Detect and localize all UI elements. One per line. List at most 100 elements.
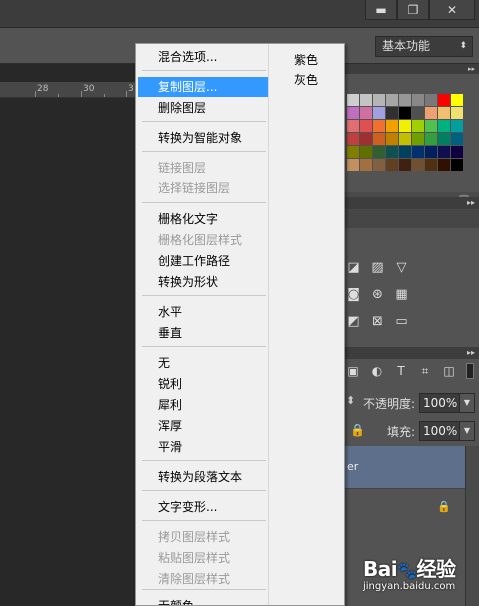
color-swatch[interactable] (373, 120, 385, 132)
color-swatch[interactable] (412, 133, 424, 145)
color-swatch[interactable] (451, 94, 463, 106)
color-swatch[interactable] (386, 146, 398, 158)
layer-row-selected[interactable]: er (345, 446, 465, 488)
channel-mixer-icon[interactable]: ⊛ (369, 287, 386, 302)
color-swatch[interactable] (425, 107, 437, 119)
color-swatch[interactable] (412, 94, 424, 106)
blend-mode-arrows-icon[interactable]: ⬍ (346, 394, 355, 407)
lock-icon[interactable]: 🔒 (350, 423, 365, 437)
color-swatch[interactable] (399, 133, 411, 145)
menu-item-antialias-none[interactable]: 无 (138, 353, 268, 373)
threshold-icon[interactable]: ⊠ (369, 314, 386, 329)
workspace-select[interactable]: 基本功能 ⬍ (375, 36, 473, 57)
color-swatch[interactable] (412, 120, 424, 132)
color-swatch[interactable] (451, 146, 463, 158)
color-swatch[interactable] (347, 146, 359, 158)
color-swatch[interactable] (451, 107, 463, 119)
color-swatch[interactable] (373, 133, 385, 145)
camera-icon[interactable]: ◙ (345, 287, 362, 302)
filter-toggle[interactable] (466, 363, 474, 379)
color-swatch[interactable] (347, 107, 359, 119)
menu-item-convert-to-paragraph-text[interactable]: 转换为段落文本 (138, 467, 268, 487)
color-purple-item[interactable]: 紫色 (294, 51, 318, 68)
menu-item-convert-to-shape[interactable]: 转换为形状 (138, 272, 268, 292)
color-swatch[interactable] (438, 133, 450, 145)
color-swatch[interactable] (360, 120, 372, 132)
menu-item-rasterize-type[interactable]: 栅格化文字 (138, 209, 268, 229)
layer-row[interactable]: 🔒 (345, 488, 465, 526)
color-swatch[interactable] (399, 159, 411, 171)
color-swatch[interactable] (412, 146, 424, 158)
color-swatch[interactable] (386, 94, 398, 106)
color-swatch[interactable] (425, 94, 437, 106)
color-swatch[interactable] (347, 94, 359, 106)
restore-button[interactable]: ❐ (397, 0, 429, 20)
color-swatch[interactable] (360, 133, 372, 145)
color-swatch[interactable] (438, 146, 450, 158)
menu-item-delete-layer[interactable]: 删除图层 (138, 98, 268, 118)
color-swatch[interactable] (347, 120, 359, 132)
color-swatch[interactable] (451, 159, 463, 171)
color-swatch[interactable] (360, 94, 372, 106)
menu-item-duplicate-layer[interactable]: 复制图层... (138, 77, 268, 97)
color-swatch[interactable] (451, 120, 463, 132)
shape-filter-icon[interactable]: ⌗ (417, 363, 433, 379)
color-lookup-icon[interactable]: ▦ (393, 287, 410, 302)
menu-item-antialias-sharp[interactable]: 锐利 (138, 374, 268, 394)
menu-item-no-color[interactable]: 无颜色 (138, 596, 268, 605)
invert-icon[interactable]: ◩ (345, 314, 362, 329)
color-swatch[interactable] (373, 146, 385, 158)
minimize-button[interactable]: ▬ (365, 0, 397, 20)
fill-input[interactable]: 100% ▼ (419, 421, 475, 441)
menu-item-warp-text[interactable]: 文字变形... (138, 497, 268, 517)
color-swatch[interactable] (451, 133, 463, 145)
menu-item-vertical[interactable]: 垂直 (138, 323, 268, 343)
color-swatch[interactable] (347, 133, 359, 145)
color-swatch[interactable] (386, 133, 398, 145)
menu-item-antialias-smooth[interactable]: 平滑 (138, 437, 268, 457)
opacity-input[interactable]: 100% ▼ (419, 393, 475, 413)
color-swatch[interactable] (399, 120, 411, 132)
color-swatch[interactable] (425, 120, 437, 132)
color-swatch[interactable] (425, 159, 437, 171)
color-swatch[interactable] (438, 107, 450, 119)
color-swatch[interactable] (386, 120, 398, 132)
color-swatch[interactable] (373, 94, 385, 106)
type-filter-icon[interactable]: T (393, 363, 409, 379)
color-swatch[interactable] (425, 133, 437, 145)
color-swatch[interactable] (399, 107, 411, 119)
color-swatch[interactable] (438, 120, 450, 132)
color-swatch[interactable] (399, 146, 411, 158)
fill-dropdown-icon[interactable]: ▼ (459, 422, 474, 440)
collapse-panels-icon[interactable]: ▸▸ (345, 64, 479, 74)
color-swatch[interactable] (386, 159, 398, 171)
color-swatch[interactable] (412, 107, 424, 119)
color-gray-item[interactable]: 灰色 (294, 71, 318, 88)
color-swatch[interactable] (438, 94, 450, 106)
color-swatch[interactable] (438, 159, 450, 171)
menu-item-convert-to-smart-object[interactable]: 转换为智能对象 (138, 128, 268, 148)
photo-filter-icon[interactable]: ▨ (369, 260, 386, 275)
gradient-icon[interactable]: ▽ (393, 260, 410, 275)
color-swatch[interactable] (373, 159, 385, 171)
color-swatch[interactable] (412, 159, 424, 171)
menu-item-blending-options[interactable]: 混合选项... (138, 47, 268, 67)
color-swatch[interactable] (360, 159, 372, 171)
levels-icon[interactable]: ◪ (345, 260, 362, 275)
color-swatch[interactable] (425, 146, 437, 158)
posterize-icon[interactable]: ▭ (393, 314, 410, 329)
smart-object-filter-icon[interactable]: ◫ (441, 363, 457, 379)
pixel-filter-icon[interactable]: ▣ (345, 363, 361, 379)
color-swatch[interactable] (360, 146, 372, 158)
color-swatch[interactable] (373, 107, 385, 119)
color-swatch[interactable] (399, 94, 411, 106)
menu-item-antialias-crisp[interactable]: 犀利 (138, 395, 268, 415)
color-swatch[interactable] (386, 107, 398, 119)
adjustment-filter-icon[interactable]: ◐ (369, 363, 385, 379)
close-button[interactable]: ✕ (429, 0, 475, 20)
menu-item-horizontal[interactable]: 水平 (138, 302, 268, 322)
menu-item-create-work-path[interactable]: 创建工作路径 (138, 251, 268, 271)
opacity-dropdown-icon[interactable]: ▼ (459, 394, 474, 412)
menu-item-antialias-strong[interactable]: 浑厚 (138, 416, 268, 436)
color-swatch[interactable] (360, 107, 372, 119)
